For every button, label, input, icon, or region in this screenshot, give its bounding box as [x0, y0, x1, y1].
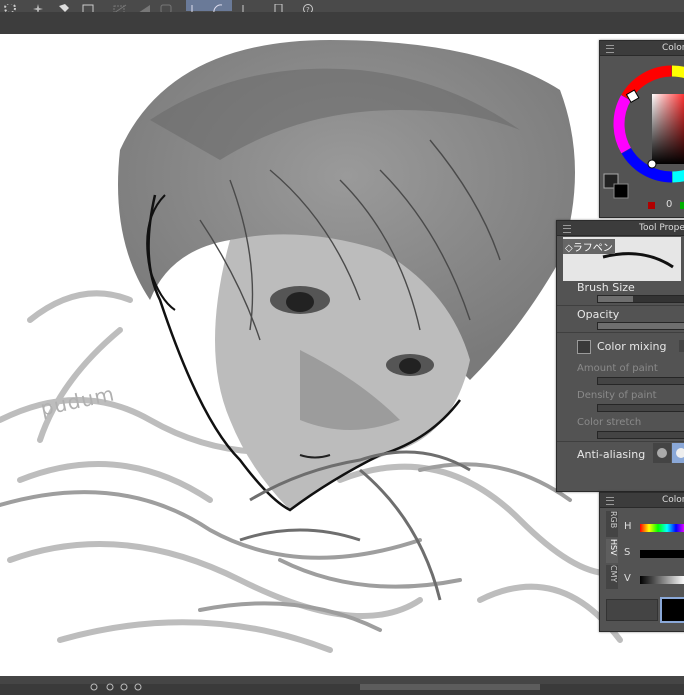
brush-size-label: Brush Size — [577, 281, 635, 294]
density-of-paint-label: Density of paint — [577, 390, 657, 401]
tab-rgb[interactable]: RGB — [606, 511, 618, 537]
color-mixing-label: Color mixing — [597, 340, 667, 353]
panel-grip-icon[interactable] — [606, 497, 614, 505]
density-of-paint-slider[interactable] — [597, 404, 684, 412]
color-wheel[interactable] — [600, 56, 684, 216]
selection-mask-icon[interactable] — [158, 0, 174, 14]
opacity-slider[interactable] — [597, 322, 684, 330]
h-slider[interactable] — [640, 524, 684, 532]
secondary-color-swatch[interactable] — [613, 183, 629, 199]
brush-size-fill — [598, 296, 633, 302]
previous-color-swatch[interactable] — [606, 599, 658, 621]
color-mixing-dropdown[interactable] — [679, 340, 684, 352]
v-label: V — [624, 573, 631, 584]
loading-icon[interactable] — [2, 0, 18, 14]
transform-icon[interactable] — [80, 0, 96, 14]
tab-cmy[interactable]: CMY — [606, 565, 618, 589]
phone-icon[interactable] — [270, 0, 286, 15]
color-stretch-label: Color stretch — [577, 417, 642, 428]
ruler-mode-buttons[interactable] — [186, 0, 232, 14]
color-wheel-panel: Color 0 — [599, 40, 684, 218]
panel-title: Tool Proper — [639, 223, 684, 233]
opacity-fill — [598, 323, 684, 329]
tool-property-header[interactable]: Tool Proper — [557, 221, 684, 236]
selection-fill-icon[interactable] — [136, 0, 152, 13]
color-wheel-header[interactable]: Color — [600, 41, 684, 56]
brush-name-tag: ◇ラフペン — [563, 239, 615, 254]
anti-aliasing-none-button[interactable] — [653, 443, 671, 463]
command-bar — [0, 12, 684, 34]
value-zero: 0 — [666, 199, 673, 210]
panel-grip-icon[interactable] — [606, 45, 614, 53]
panel-grip-icon[interactable] — [563, 225, 571, 233]
amount-of-paint-slider[interactable] — [597, 377, 684, 385]
tool-property-panel: Tool Proper ◇ラフペン Brush Size Opacity Col… — [556, 220, 684, 492]
brush-size-slider[interactable] — [597, 295, 684, 303]
color-mixing-checkbox[interactable] — [577, 340, 591, 354]
opacity-label: Opacity — [577, 308, 620, 321]
panel-title: Color — [662, 495, 684, 505]
anti-aliasing-weak-button[interactable] — [672, 443, 684, 463]
color-stretch-slider[interactable] — [597, 431, 684, 439]
color-slider-header[interactable]: Color — [600, 493, 684, 508]
selection-clear-icon[interactable] — [112, 0, 128, 14]
fill-icon[interactable] — [56, 0, 72, 12]
s-slider[interactable] — [640, 550, 684, 558]
sparkle-icon[interactable] — [30, 0, 46, 14]
v-slider[interactable] — [640, 576, 684, 584]
anti-aliasing-label: Anti-aliasing — [577, 448, 646, 461]
s-label: S — [624, 547, 631, 558]
ruler-icon[interactable] — [240, 0, 256, 14]
h-label: H — [624, 521, 632, 532]
current-color-swatch[interactable] — [660, 597, 684, 623]
tab-hsv[interactable]: HSV — [606, 539, 618, 563]
amount-of-paint-label: Amount of paint — [577, 363, 658, 374]
status-bar — [0, 676, 684, 691]
color-slider-panel: Color RGB HSV CMY H S V — [599, 492, 684, 632]
panel-title: Color — [662, 43, 684, 53]
help-icon[interactable]: ? — [300, 0, 316, 14]
